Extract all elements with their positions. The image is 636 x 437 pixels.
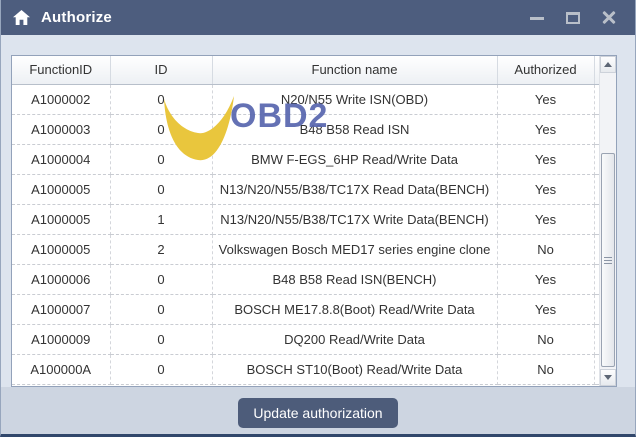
cell-id: 1 bbox=[110, 204, 212, 234]
column-header-id[interactable]: ID bbox=[110, 56, 212, 84]
cell-function-id: A1000009 bbox=[12, 324, 110, 354]
cell-id: 0 bbox=[110, 264, 212, 294]
content-area: FunctionID ID Function name Authorized A… bbox=[1, 35, 635, 434]
table-row[interactable]: A1000002 0 N20/N55 Write ISN(OBD) Yes bbox=[12, 84, 599, 114]
window-title: Authorize bbox=[41, 9, 112, 26]
table-row[interactable]: A100000A 0 BOSCH ST10(Boot) Read/Write D… bbox=[12, 354, 599, 384]
window-controls bbox=[529, 10, 625, 26]
cell-authorized: No bbox=[497, 354, 594, 384]
scroll-down-button[interactable] bbox=[600, 369, 616, 386]
arrow-up-icon bbox=[604, 62, 612, 67]
cell-id: 2 bbox=[110, 234, 212, 264]
table-body: A1000002 0 N20/N55 Write ISN(OBD) Yes A1… bbox=[12, 84, 599, 384]
table-row[interactable]: A1000005 2 Volkswagen Bosch MED17 series… bbox=[12, 234, 599, 264]
cell-id: 0 bbox=[110, 294, 212, 324]
table-row[interactable]: A1000005 0 N13/N20/N55/B38/TC17X Read Da… bbox=[12, 174, 599, 204]
column-header-function-name[interactable]: Function name bbox=[212, 56, 497, 84]
cell-function-id: A1000007 bbox=[12, 294, 110, 324]
column-header-functionid[interactable]: FunctionID bbox=[12, 56, 110, 84]
minimize-button[interactable] bbox=[529, 10, 545, 26]
cell-function-name: N20/N55 Write ISN(OBD) bbox=[212, 84, 497, 114]
vertical-scrollbar[interactable] bbox=[599, 56, 616, 386]
cell-function-id: A1000005 bbox=[12, 174, 110, 204]
authorize-window: Authorize FunctionID ID Function nam bbox=[0, 0, 636, 437]
cell-authorized: Yes bbox=[497, 114, 594, 144]
cell-function-id: A100000A bbox=[12, 354, 110, 384]
table-row[interactable]: A1000006 0 B48 B58 Read ISN(BENCH) Yes bbox=[12, 264, 599, 294]
cell-authorized: No bbox=[497, 324, 594, 354]
cell-function-id: A1000006 bbox=[12, 264, 110, 294]
cell-id: 0 bbox=[110, 174, 212, 204]
authorization-table: FunctionID ID Function name Authorized A… bbox=[11, 55, 617, 387]
cell-function-name: B48 B58 Read ISN bbox=[212, 114, 497, 144]
table-header-row: FunctionID ID Function name Authorized bbox=[12, 56, 599, 84]
cell-id: 0 bbox=[110, 354, 212, 384]
cell-authorized: Yes bbox=[497, 204, 594, 234]
cell-authorized: No bbox=[497, 234, 594, 264]
cell-function-name: BOSCH ST10(Boot) Read/Write Data bbox=[212, 354, 497, 384]
maximize-icon bbox=[566, 12, 580, 24]
table-row[interactable]: A1000007 0 BOSCH ME17.8.8(Boot) Read/Wri… bbox=[12, 294, 599, 324]
cell-function-name: DQ200 Read/Write Data bbox=[212, 324, 497, 354]
close-button[interactable] bbox=[601, 10, 617, 26]
cell-function-id: A1000003 bbox=[12, 114, 110, 144]
table-row[interactable]: A1000004 0 BMW F-EGS_6HP Read/Write Data… bbox=[12, 144, 599, 174]
cell-function-id: A1000005 bbox=[12, 204, 110, 234]
cell-function-id: A1000005 bbox=[12, 234, 110, 264]
arrow-down-icon bbox=[604, 375, 612, 380]
cell-id: 0 bbox=[110, 324, 212, 354]
cell-authorized: Yes bbox=[497, 264, 594, 294]
cell-authorized: Yes bbox=[497, 174, 594, 204]
cell-id: 0 bbox=[110, 84, 212, 114]
grid: FunctionID ID Function name Authorized A… bbox=[12, 56, 599, 386]
minimize-icon bbox=[530, 17, 544, 20]
home-icon bbox=[13, 10, 30, 25]
scroll-up-button[interactable] bbox=[600, 56, 616, 73]
close-icon bbox=[601, 10, 617, 26]
cell-id: 0 bbox=[110, 144, 212, 174]
scrollbar-grip-icon bbox=[604, 257, 612, 264]
cell-function-name: BMW F-EGS_6HP Read/Write Data bbox=[212, 144, 497, 174]
cell-function-id: A1000002 bbox=[12, 84, 110, 114]
cell-function-name: N13/N20/N55/B38/TC17X Write Data(BENCH) bbox=[212, 204, 497, 234]
update-authorization-button[interactable]: Update authorization bbox=[238, 398, 398, 428]
cell-function-name: N13/N20/N55/B38/TC17X Read Data(BENCH) bbox=[212, 174, 497, 204]
footer-bar: Update authorization bbox=[1, 387, 635, 434]
scrollbar-thumb[interactable] bbox=[601, 153, 615, 367]
cell-function-name: B48 B58 Read ISN(BENCH) bbox=[212, 264, 497, 294]
table-row[interactable]: A1000003 0 B48 B58 Read ISN Yes bbox=[12, 114, 599, 144]
cell-authorized: Yes bbox=[497, 84, 594, 114]
titlebar: Authorize bbox=[1, 0, 635, 35]
table-row[interactable]: A1000009 0 DQ200 Read/Write Data No bbox=[12, 324, 599, 354]
table-row[interactable]: A1000005 1 N13/N20/N55/B38/TC17X Write D… bbox=[12, 204, 599, 234]
maximize-button[interactable] bbox=[565, 10, 581, 26]
cell-authorized: Yes bbox=[497, 144, 594, 174]
cell-authorized: Yes bbox=[497, 294, 594, 324]
cell-function-id: A1000004 bbox=[12, 144, 110, 174]
column-header-authorized[interactable]: Authorized bbox=[497, 56, 594, 84]
cell-id: 0 bbox=[110, 114, 212, 144]
cell-function-name: BOSCH ME17.8.8(Boot) Read/Write Data bbox=[212, 294, 497, 324]
cell-function-name: Volkswagen Bosch MED17 series engine clo… bbox=[212, 234, 497, 264]
